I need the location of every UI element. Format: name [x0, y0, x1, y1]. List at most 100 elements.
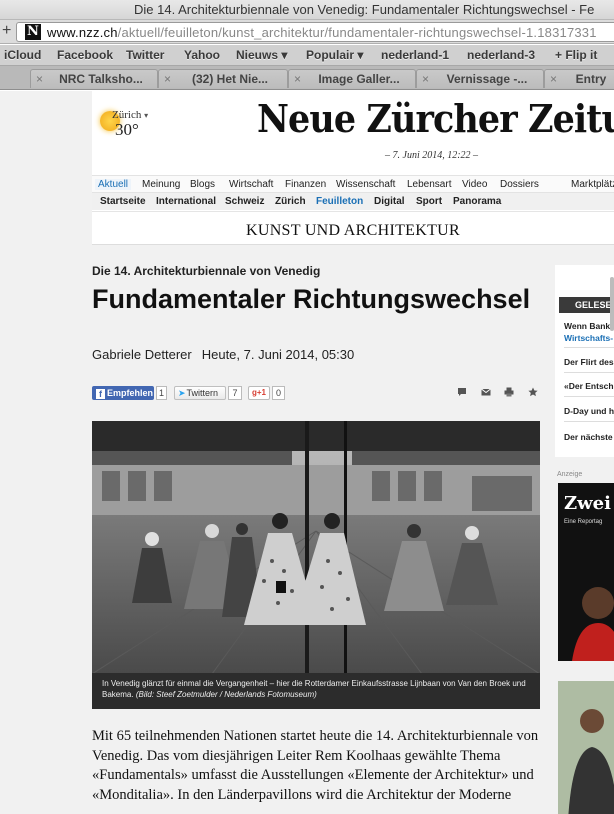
- tweet-button[interactable]: ➤Twittern: [174, 386, 226, 400]
- weather-temperature: 30°: [115, 120, 139, 139]
- close-tab-icon[interactable]: ×: [36, 72, 43, 86]
- nav-schweiz[interactable]: Schweiz: [225, 196, 264, 207]
- address-bar[interactable]: N www.nzz.ch/aktuell/feuilleton/kunst_ar…: [16, 22, 614, 42]
- nav-aktuell[interactable]: Aktuell: [95, 179, 132, 190]
- bookmark-facebook[interactable]: Facebook: [57, 48, 113, 62]
- scrollbar[interactable]: [610, 277, 614, 331]
- tab-label: (32) Het Nie...: [191, 72, 269, 86]
- masthead: Zürich ▾ 30° Neue Zürcher Zeitung – 7. J…: [92, 91, 614, 171]
- nav-sport[interactable]: Sport: [416, 196, 442, 207]
- google-plus-count: 0: [272, 386, 285, 400]
- window-title: Die 14. Architekturbiennale von Venedig:…: [134, 2, 595, 17]
- most-read-item[interactable]: Der nächste: [564, 432, 613, 442]
- tab-vernissage[interactable]: × Vernissage -...: [416, 69, 544, 88]
- url-host: www.nzz.ch: [47, 25, 118, 40]
- close-tab-icon[interactable]: ×: [294, 72, 301, 86]
- divider: [564, 421, 614, 422]
- tab-label: Entry: [575, 72, 607, 86]
- article-kicker: Die 14. Architekturbiennale von Venedig: [92, 264, 321, 278]
- bookmark-nederland-1[interactable]: nederland-1: [381, 48, 449, 62]
- ad2-image: [558, 681, 614, 814]
- tab-entry[interactable]: × Entry: [544, 69, 614, 88]
- dateline: – 7. Juni 2014, 12:22 –: [385, 150, 479, 161]
- tab-image-gallery[interactable]: × Image Galler...: [288, 69, 416, 88]
- facebook-icon: f: [96, 389, 105, 399]
- byline: Gabriele Detterer Heute, 7. Juni 2014, 05…: [92, 347, 354, 362]
- chevron-down-icon: ▾: [144, 111, 149, 120]
- tweet-label: Twittern: [186, 388, 219, 398]
- google-plus-button[interactable]: g+1: [248, 386, 270, 400]
- most-read-item[interactable]: Der Flirt des: [564, 357, 614, 367]
- close-tab-icon[interactable]: ×: [164, 72, 171, 86]
- bookmark-nieuws[interactable]: Nieuws ▾: [236, 48, 287, 62]
- photo-credit: (Bild: Steef Zoetmulder / Nederlands Fot…: [135, 690, 317, 699]
- new-tab-icon[interactable]: +: [2, 22, 11, 40]
- advertisement-image[interactable]: [558, 681, 614, 814]
- nav-marktplaetze[interactable]: Marktplätze: [571, 179, 614, 190]
- bookmark-yahoo[interactable]: Yahoo: [184, 48, 220, 62]
- nav-digital[interactable]: Digital: [374, 196, 405, 207]
- article-headline: Fundamentaler Richtungswechsel: [92, 284, 531, 314]
- photo-scene: [92, 421, 540, 674]
- tab-label: NRC Talksho...: [59, 72, 143, 86]
- nav-startseite[interactable]: Startseite: [100, 196, 146, 207]
- nav-wirtschaft[interactable]: Wirtschaft: [229, 179, 273, 190]
- bookmarks-bar: iCloud Facebook Twitter Yahoo Nieuws ▾ P…: [0, 45, 614, 66]
- section-header: KUNST UND ARCHITEKTUR: [92, 211, 614, 245]
- window-titlebar: Die 14. Architekturbiennale von Venedig:…: [0, 0, 614, 20]
- close-tab-icon[interactable]: ×: [550, 72, 557, 86]
- bookmark-populair[interactable]: Populair ▾: [306, 48, 363, 62]
- nav-video[interactable]: Video: [462, 179, 487, 190]
- tab-nrc-talkshow[interactable]: × NRC Talksho...: [30, 69, 158, 88]
- advertisement[interactable]: Zwei Eine Reportag: [558, 483, 614, 661]
- facebook-like-button[interactable]: f Empfehlen: [92, 386, 154, 400]
- nav-panorama[interactable]: Panorama: [453, 196, 501, 207]
- article-body: Mit 65 teilnehmenden Nationen startet he…: [92, 728, 539, 803]
- url-path: /aktuell/feuilleton/kunst_architektur/fu…: [117, 25, 597, 40]
- most-read-item[interactable]: Wenn Banke: [564, 321, 614, 331]
- comment-icon[interactable]: [457, 387, 467, 397]
- bookmark-twitter[interactable]: Twitter: [126, 48, 164, 62]
- tab-het-nieuws[interactable]: × (32) Het Nie...: [158, 69, 288, 88]
- nav-finanzen[interactable]: Finanzen: [285, 179, 326, 190]
- ad-image: [572, 587, 614, 661]
- facebook-count: 1: [156, 386, 167, 400]
- tab-label: Vernissage -...: [446, 72, 528, 86]
- article-date: Heute, 7. Juni 2014, 05:30: [201, 347, 355, 362]
- address-bar-row: + N www.nzz.ch/aktuell/feuilleton/kunst_…: [0, 20, 614, 44]
- nav-meinung[interactable]: Meinung: [142, 179, 180, 190]
- nav-feuilleton[interactable]: Feuilleton: [316, 196, 363, 207]
- nav-dossiers[interactable]: Dossiers: [500, 179, 539, 190]
- twitter-count: 7: [228, 386, 242, 400]
- nav-zuerich[interactable]: Zürich: [275, 196, 306, 207]
- bookmark-flip-it[interactable]: + Flip it: [555, 48, 597, 62]
- close-tab-icon[interactable]: ×: [422, 72, 429, 86]
- bookmark-nederland-3[interactable]: nederland-3: [467, 48, 535, 62]
- tab-bar: × NRC Talksho... × (32) Het Nie... × Ima…: [0, 66, 614, 90]
- twitter-bird-icon: ➤: [178, 388, 186, 398]
- most-read-item[interactable]: D-Day und h: [564, 406, 614, 416]
- most-read-header[interactable]: GELESEN: [559, 297, 614, 313]
- most-read-item[interactable]: «Der Entsch: [564, 381, 614, 391]
- ad-label: Anzeige: [557, 471, 583, 478]
- article-author[interactable]: Gabriele Detterer: [92, 347, 192, 362]
- nav-lebensart[interactable]: Lebensart: [407, 179, 451, 190]
- star-icon[interactable]: [528, 387, 538, 397]
- navigation: Aktuell Meinung Blogs Wirtschaft Finanze…: [92, 171, 614, 211]
- print-icon[interactable]: [504, 387, 514, 397]
- divider: [564, 372, 614, 373]
- nzz-logo[interactable]: Neue Zürcher Zeitung: [257, 96, 614, 141]
- nav-wissenschaft[interactable]: Wissenschaft: [336, 179, 395, 190]
- share-bar: f Empfehlen 1 ➤Twittern 7 g+1 0: [92, 386, 540, 400]
- mail-icon[interactable]: [481, 387, 491, 397]
- article-photo[interactable]: [92, 421, 540, 674]
- nav-blogs[interactable]: Blogs: [190, 179, 215, 190]
- section-title[interactable]: KUNST UND ARCHITEKTUR: [92, 222, 614, 240]
- primary-nav: Aktuell Meinung Blogs Wirtschaft Finanze…: [92, 175, 614, 193]
- bookmark-icloud[interactable]: iCloud: [4, 48, 41, 62]
- url-text[interactable]: www.nzz.ch/aktuell/feuilleton/kunst_arch…: [47, 25, 597, 40]
- nav-international[interactable]: International: [156, 196, 216, 207]
- site-favicon-icon: N: [25, 24, 41, 40]
- tab-label: Image Galler...: [318, 72, 400, 86]
- most-read-item[interactable]: Wirtschafts-: [564, 333, 613, 343]
